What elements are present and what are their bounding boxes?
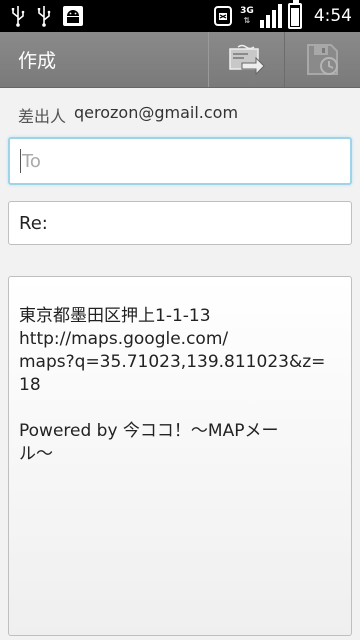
body-line: http://maps.google.com/ [19,329,229,349]
text-cursor [20,149,21,173]
data-activity-icon: ⇅ [243,16,251,25]
body-line [19,397,341,420]
subject-text: Re: [19,212,48,234]
send-icon [228,44,265,75]
to-placeholder: To [22,150,41,172]
battery-icon [287,0,302,29]
status-bar: 3G ⇅ 4:54 [0,0,360,32]
usb-debug-icon [37,6,51,27]
clock: 4:54 [313,6,352,26]
body-line: maps?q=35.71023,139.811023&z= [19,352,326,372]
to-field[interactable]: To [8,137,352,185]
action-buttons [208,32,360,87]
message-body-field[interactable]: 東京都墨田区押上1-1-13 http://maps.google.com/ m… [8,276,352,636]
save-draft-button[interactable] [284,32,360,87]
action-bar: 作成 [0,32,360,88]
body-line: 18 [19,375,41,395]
android-debug-icon [63,6,83,26]
send-button[interactable] [208,32,284,87]
sender-label: 差出人 [18,107,67,126]
save-draft-icon [306,43,338,75]
system-icons: 3G ⇅ 4:54 [212,0,360,29]
body-line: Powered by 今ココ！～MAPメー [19,421,279,441]
network-type: 3G [240,6,254,16]
page-title: 作成 [18,50,57,72]
usb-icon [11,6,25,27]
notification-icons [0,5,84,27]
sender-address: qerozon@gmail.com [74,103,239,122]
sim-alarm-icon [214,6,233,26]
subject-field[interactable]: Re: [8,201,352,245]
body-line: 東京都墨田区押上1-1-13 [19,306,211,326]
signal-strength-icon [259,4,282,28]
sender-row: 差出人 qerozon@gmail.com [18,103,238,127]
network-indicator: 3G ⇅ [240,6,254,26]
body-line: ル～ [19,444,53,464]
